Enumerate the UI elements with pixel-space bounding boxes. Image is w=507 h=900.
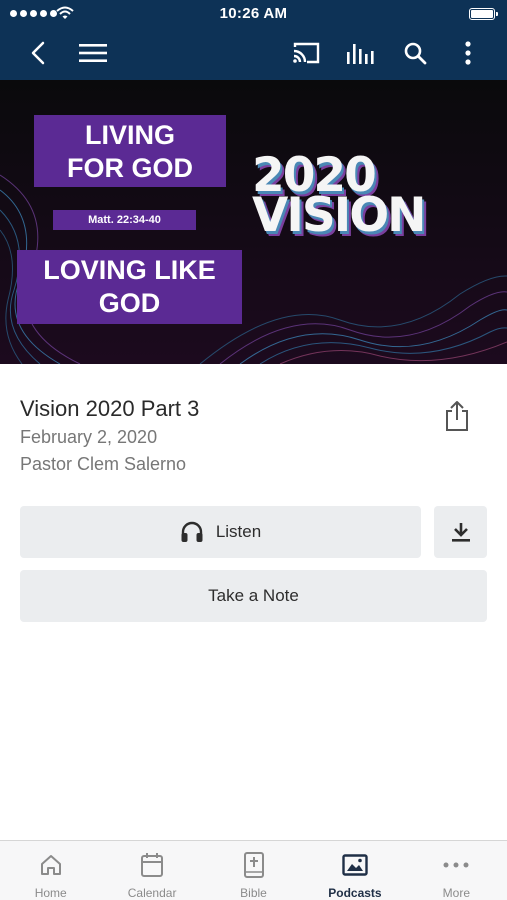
cast-button[interactable] [289,38,323,68]
take-note-button[interactable]: Take a Note [20,570,487,622]
tab-calendar[interactable]: Calendar [101,841,202,900]
artwork-line: LIVING [84,120,175,150]
sermon-artwork: LIVING FOR GOD Matt. 22:34-40 LOVING LIK… [0,80,507,364]
tab-label: Home [34,886,67,900]
menu-button[interactable] [76,38,110,68]
status-bar: 10:26 AM [0,0,507,28]
tab-bar: Home Calendar Bible Podcasts More [0,840,507,900]
artwork-line: GOD [98,288,161,318]
series-title-line: VISION [252,188,426,243]
hamburger-menu-icon [79,44,107,62]
status-time: 10:26 AM [219,5,288,22]
more-icon [443,862,469,868]
series-title: 2020 VISION [252,152,426,243]
artwork-line: LOVING LIKE [43,255,216,285]
take-note-label: Take a Note [208,586,299,605]
search-button[interactable] [398,38,432,68]
tab-more[interactable]: More [406,841,507,900]
artwork-subtitle-box: LOVING LIKE GOD [17,250,242,324]
download-button[interactable] [434,506,487,558]
share-icon [446,401,468,431]
artwork-line: FOR GOD [67,153,193,183]
overflow-menu-button[interactable] [451,38,485,68]
sermon-date: February 2, 2020 [20,427,158,447]
app-header: 10:26 AM [0,0,507,80]
more-vertical-icon [465,41,471,65]
scripture-reference: Matt. 22:34-40 [53,210,196,230]
audio-levels-button[interactable] [344,38,378,68]
battery-icon [469,8,498,20]
artwork-title-box: LIVING FOR GOD [34,115,226,187]
bible-icon [243,852,264,878]
podcasts-icon [342,854,368,876]
nav-bar [0,28,507,78]
tab-label: Calendar [127,886,177,900]
back-button[interactable] [21,38,55,68]
sermon-title: Vision 2020 Part 3 [20,396,200,421]
sermon-speaker: Pastor Clem Salerno [20,454,187,474]
tab-label: More [442,886,470,900]
home-icon [40,855,61,875]
equalizer-icon [347,44,374,64]
listen-label: Listen [215,522,262,541]
share-button[interactable] [441,398,473,434]
chevron-left-icon [31,41,45,65]
tab-home[interactable]: Home [0,841,101,900]
search-icon [404,42,427,65]
headphones-icon [181,521,203,542]
tab-label: Podcasts [328,886,382,900]
download-icon [451,523,470,542]
tab-bible[interactable]: Bible [203,841,304,900]
tab-label: Bible [240,886,267,900]
listen-button[interactable]: Listen [20,506,421,558]
calendar-icon [141,853,164,877]
tab-podcasts[interactable]: Podcasts [304,841,405,900]
cast-icon [293,42,320,64]
